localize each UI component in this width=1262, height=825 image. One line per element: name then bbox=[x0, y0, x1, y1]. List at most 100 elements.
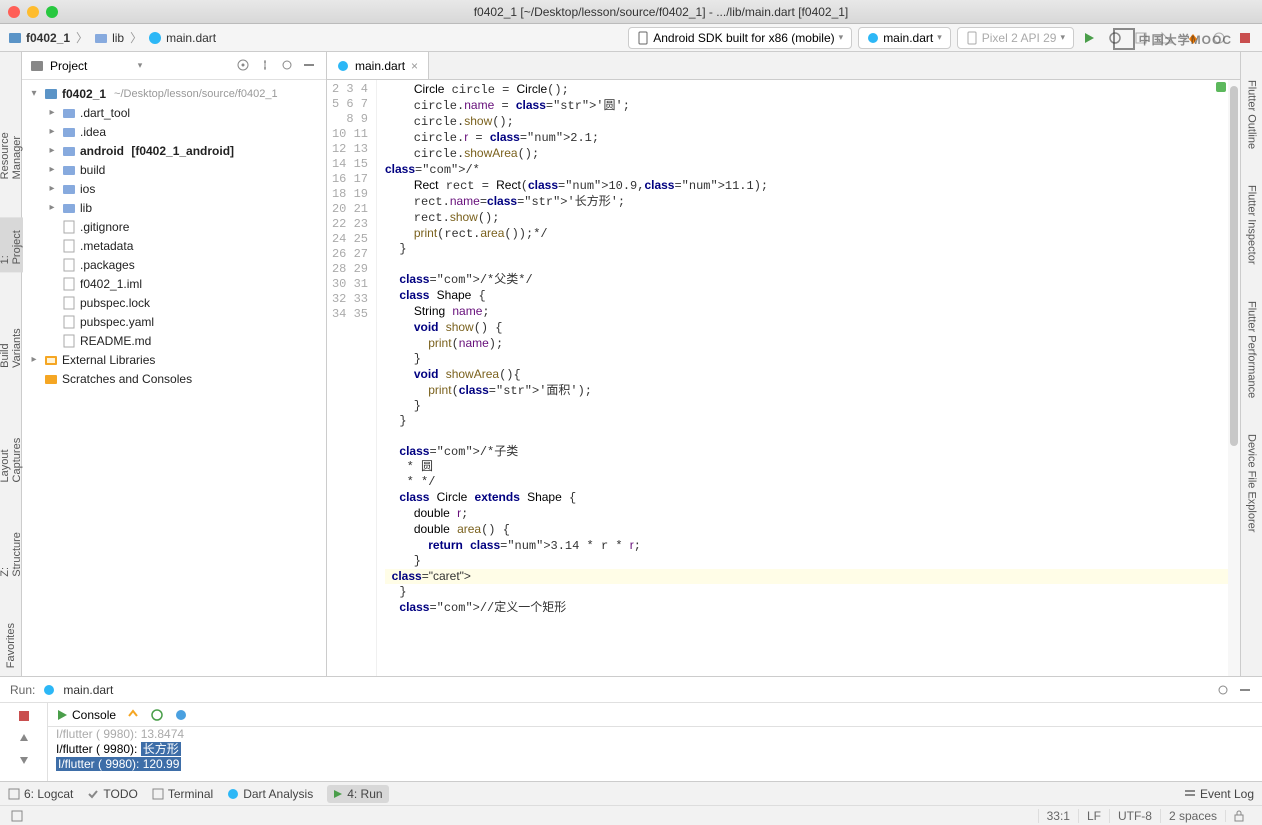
layout-captures-tab[interactable]: Layout Captures bbox=[0, 406, 23, 490]
window-title: f0402_1 [~/Desktop/lesson/source/f0402_1… bbox=[68, 5, 1254, 19]
project-icon bbox=[8, 31, 22, 45]
line-ending[interactable]: LF bbox=[1078, 809, 1109, 823]
tree-item[interactable]: ▸android [f0402_1_android] bbox=[22, 141, 326, 160]
up-button[interactable] bbox=[15, 729, 33, 747]
editor: main.dart × 2 3 4 5 6 7 8 9 10 11 12 13 … bbox=[327, 52, 1240, 676]
dart-icon bbox=[43, 684, 55, 696]
gear-icon[interactable] bbox=[280, 58, 296, 74]
project-panel-title[interactable]: Project bbox=[50, 59, 132, 73]
line-numbers: 2 3 4 5 6 7 8 9 10 11 12 13 14 15 16 17 … bbox=[327, 80, 377, 676]
bottom-tool-strip: 6: Logcat TODO Terminal Dart Analysis 4:… bbox=[0, 781, 1262, 805]
run-config-name[interactable]: main.dart bbox=[63, 683, 113, 697]
project-tool-window: Project ▾ ▾f0402_1~/Desktop/lesson/sourc… bbox=[22, 52, 327, 676]
lock-icon[interactable] bbox=[1225, 810, 1252, 822]
status-icon[interactable] bbox=[10, 809, 24, 823]
profile-button[interactable] bbox=[1158, 29, 1176, 47]
build-variants-tab[interactable]: Build Variants bbox=[0, 303, 23, 376]
tree-item[interactable]: Scratches and Consoles bbox=[22, 369, 326, 388]
phone-icon bbox=[637, 31, 649, 45]
zoom-window[interactable] bbox=[46, 6, 58, 18]
breadcrumb-folder[interactable]: lib bbox=[112, 31, 124, 45]
tree-item[interactable]: ▾f0402_1~/Desktop/lesson/source/f0402_1 bbox=[22, 84, 326, 103]
tree-item[interactable]: .packages bbox=[22, 255, 326, 274]
titlebar: f0402_1 [~/Desktop/lesson/source/f0402_1… bbox=[0, 0, 1262, 24]
terminal-tab[interactable]: Terminal bbox=[152, 787, 213, 801]
editor-tab-label: main.dart bbox=[355, 59, 405, 73]
breadcrumb: f0402_1 〉 lib 〉 main.dart bbox=[8, 29, 216, 46]
tree-item[interactable]: ▸.dart_tool bbox=[22, 103, 326, 122]
indent[interactable]: 2 spaces bbox=[1160, 809, 1225, 823]
hot-reload-icon[interactable] bbox=[126, 708, 140, 722]
traffic-lights bbox=[8, 6, 58, 18]
folder-icon bbox=[94, 31, 108, 45]
minimize-window[interactable] bbox=[27, 6, 39, 18]
gear-icon[interactable] bbox=[1216, 683, 1230, 697]
debug-button[interactable] bbox=[1106, 29, 1124, 47]
editor-tab-main[interactable]: main.dart × bbox=[327, 52, 429, 79]
tree-item[interactable]: f0402_1.iml bbox=[22, 274, 326, 293]
caret-position[interactable]: 33:1 bbox=[1038, 809, 1078, 823]
structure-tab[interactable]: Z: Structure bbox=[0, 520, 23, 585]
device-selector[interactable]: Android SDK built for x86 (mobile) ▾ bbox=[628, 27, 852, 49]
run-tab[interactable]: 4: Run bbox=[327, 785, 388, 803]
avd-label: Pixel 2 API 29 bbox=[982, 31, 1057, 45]
logcat-tab[interactable]: 6: Logcat bbox=[8, 787, 73, 801]
phone-icon bbox=[966, 31, 978, 45]
hide-icon[interactable] bbox=[1238, 683, 1252, 697]
dart-icon bbox=[867, 32, 879, 44]
dart-analysis-tab[interactable]: Dart Analysis bbox=[227, 787, 313, 801]
console-tab[interactable]: Console bbox=[56, 708, 116, 722]
rerun-button[interactable] bbox=[15, 707, 33, 725]
flutter-inspector-tab[interactable]: Flutter Inspector bbox=[1246, 177, 1258, 272]
close-window[interactable] bbox=[8, 6, 20, 18]
tree-item[interactable]: README.md bbox=[22, 331, 326, 350]
console-output[interactable]: I/flutter ( 9980): 13.8474I/flutter ( 99… bbox=[48, 727, 1262, 781]
event-log-tab[interactable]: Event Log bbox=[1184, 787, 1254, 801]
tree-item[interactable]: ▸.idea bbox=[22, 122, 326, 141]
project-tree[interactable]: ▾f0402_1~/Desktop/lesson/source/f0402_1▸… bbox=[22, 80, 326, 676]
tree-item[interactable]: ▸ios bbox=[22, 179, 326, 198]
stop-button[interactable] bbox=[1236, 29, 1254, 47]
breadcrumb-file[interactable]: main.dart bbox=[166, 31, 216, 45]
avd-selector[interactable]: Pixel 2 API 29 ▾ bbox=[957, 27, 1074, 49]
tree-item[interactable]: .gitignore bbox=[22, 217, 326, 236]
device-file-explorer-tab[interactable]: Device File Explorer bbox=[1246, 426, 1258, 540]
hide-icon[interactable] bbox=[302, 58, 318, 74]
project-tab[interactable]: 1: Project bbox=[0, 217, 23, 272]
attach-button[interactable] bbox=[1210, 29, 1228, 47]
status-bar: 33:1 LF UTF-8 2 spaces bbox=[0, 805, 1262, 825]
scroll-thumb[interactable] bbox=[1230, 86, 1238, 446]
tree-item[interactable]: ▸External Libraries bbox=[22, 350, 326, 369]
tree-item[interactable]: pubspec.lock bbox=[22, 293, 326, 312]
tree-item[interactable]: ▸build bbox=[22, 160, 326, 179]
run-button[interactable] bbox=[1080, 29, 1098, 47]
target-icon[interactable] bbox=[236, 58, 252, 74]
run-config-label: main.dart bbox=[883, 31, 933, 45]
resource-manager-tab[interactable]: Resource Manager bbox=[0, 92, 23, 187]
project-view-icon bbox=[30, 59, 44, 73]
hot-reload-button[interactable] bbox=[1184, 29, 1202, 47]
flutter-performance-tab[interactable]: Flutter Performance bbox=[1246, 293, 1258, 406]
down-button[interactable] bbox=[15, 751, 33, 769]
tree-item[interactable]: .metadata bbox=[22, 236, 326, 255]
flutter-outline-tab[interactable]: Flutter Outline bbox=[1246, 72, 1258, 157]
run-toolbar bbox=[0, 703, 48, 781]
close-tab-icon[interactable]: × bbox=[411, 59, 418, 73]
analysis-indicator bbox=[1216, 82, 1226, 92]
code-area[interactable]: Circle circle = Circle(); circle.name = … bbox=[377, 80, 1240, 676]
todo-tab[interactable]: TODO bbox=[87, 787, 137, 801]
tree-item[interactable]: ▸lib bbox=[22, 198, 326, 217]
tree-item[interactable]: pubspec.yaml bbox=[22, 312, 326, 331]
devtools-icon[interactable] bbox=[174, 708, 188, 722]
run-config-selector[interactable]: main.dart ▾ bbox=[858, 27, 951, 49]
left-tool-strip: Resource Manager 1: Project Build Varian… bbox=[0, 52, 22, 676]
breadcrumb-project[interactable]: f0402_1 bbox=[26, 31, 70, 45]
coverage-button[interactable] bbox=[1132, 29, 1150, 47]
vertical-scrollbar[interactable] bbox=[1228, 80, 1240, 676]
divide-icon[interactable] bbox=[258, 58, 274, 74]
console-tab-label: Console bbox=[72, 708, 116, 722]
right-tool-strip: Flutter Outline Flutter Inspector Flutte… bbox=[1240, 52, 1262, 676]
favorites-tab[interactable]: Favorites bbox=[5, 615, 17, 676]
encoding[interactable]: UTF-8 bbox=[1109, 809, 1160, 823]
restart-icon[interactable] bbox=[150, 708, 164, 722]
